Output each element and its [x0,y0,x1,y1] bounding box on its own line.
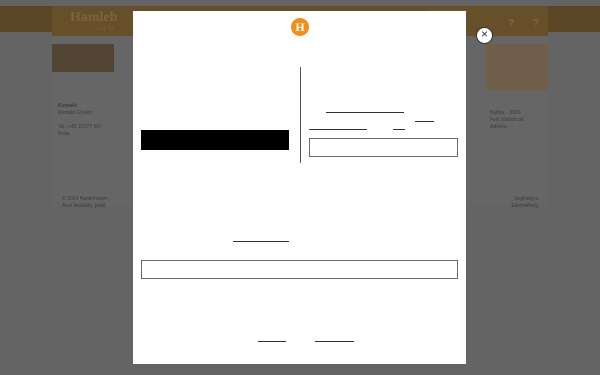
brand-logo-icon: H [291,18,309,36]
register-link[interactable] [326,112,404,113]
info-link[interactable] [393,129,405,130]
terms-link[interactable] [415,121,434,122]
footer-link-left[interactable] [258,341,286,342]
password-field[interactable] [141,260,458,279]
login-modal: H [133,11,466,364]
login-submit-button[interactable] [141,130,289,150]
email-field[interactable] [309,138,458,157]
close-icon[interactable]: × [476,27,493,44]
footer-link-right[interactable] [315,341,354,342]
forgot-password-link[interactable] [233,241,289,242]
column-divider [300,67,301,163]
privacy-link[interactable] [309,129,367,130]
